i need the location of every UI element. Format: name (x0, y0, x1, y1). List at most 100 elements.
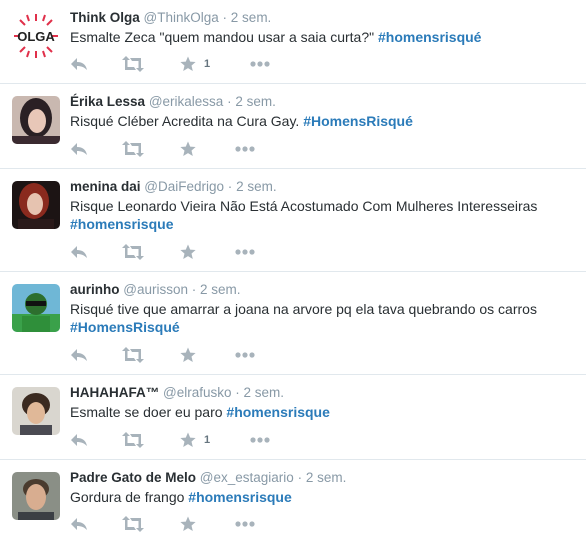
author-handle[interactable]: @elrafusko (163, 385, 231, 400)
separator: · (191, 282, 197, 297)
separator: · (227, 179, 233, 194)
more-button[interactable] (235, 346, 255, 364)
reply-button[interactable] (70, 140, 88, 158)
favorite-button[interactable]: 1 (180, 431, 210, 449)
timestamp[interactable]: 2 sem. (306, 470, 347, 485)
svg-text:OLGA: OLGA (17, 29, 55, 44)
timestamp[interactable]: 2 sem. (244, 385, 285, 400)
author-handle[interactable]: @erikalessa (149, 94, 223, 109)
timestamp[interactable]: 2 sem. (231, 10, 272, 25)
tweet[interactable]: menina dai @DaiFedrigo · 2 sem. Risque L… (0, 169, 586, 272)
tweet-body: Gordura de frango (70, 489, 185, 505)
tweet-text: Gordura de frango #homensrisque (70, 488, 574, 506)
avatar[interactable] (12, 181, 60, 229)
star-icon (180, 141, 196, 156)
more-button[interactable] (235, 515, 255, 533)
retweet-icon (122, 432, 144, 448)
retweet-button[interactable] (122, 140, 144, 158)
favorite-button[interactable] (180, 346, 204, 364)
avatar[interactable] (12, 472, 60, 520)
avatar[interactable]: OLGA (12, 12, 60, 60)
separator: · (222, 10, 228, 25)
retweet-icon (122, 516, 144, 532)
more-dots-icon (235, 146, 255, 152)
retweet-button[interactable] (122, 55, 144, 73)
retweet-button[interactable] (122, 515, 144, 533)
more-button[interactable] (235, 140, 255, 158)
author-name[interactable]: HAHAHAFA™ (70, 385, 159, 400)
retweet-button[interactable] (122, 346, 144, 364)
star-icon (180, 347, 196, 362)
hashtag-link[interactable]: #homensrisqué (378, 29, 481, 45)
tweet-body: Risqué tive que amarrar a joana na arvor… (70, 301, 537, 317)
more-button[interactable] (250, 431, 270, 449)
favorite-button[interactable] (180, 515, 204, 533)
tweet-body: Esmalte Zeca "quem mandou usar a saia cu… (70, 29, 375, 45)
favorite-button[interactable] (180, 243, 204, 261)
star-icon (180, 516, 196, 531)
retweet-icon (122, 141, 144, 157)
hashtag-link[interactable]: #HomensRisqué (70, 319, 180, 335)
avatar[interactable] (12, 284, 60, 332)
timestamp[interactable]: 2 sem. (200, 282, 241, 297)
reply-button[interactable] (70, 346, 88, 364)
favorite-button[interactable]: 1 (180, 55, 210, 73)
author-name[interactable]: menina dai (70, 179, 141, 194)
reply-icon (71, 518, 87, 530)
hashtag-link[interactable]: #HomensRisqué (303, 113, 413, 129)
tweet[interactable]: OLGA Think Olga @ThinkOlga · 2 sem. Esma… (0, 0, 586, 84)
more-button[interactable] (250, 55, 270, 73)
favorite-count: 1 (204, 434, 211, 446)
author-handle[interactable]: @DaiFedrigo (144, 179, 224, 194)
tweet[interactable]: Padre Gato de Melo @ex_estagiario · 2 se… (0, 460, 586, 543)
tweet-body: Risqué Cléber Acredita na Cura Gay. (70, 113, 300, 129)
separator: · (297, 470, 303, 485)
retweet-button[interactable] (122, 243, 144, 261)
reply-button[interactable] (70, 55, 88, 73)
tweet-text: Risqué Cléber Acredita na Cura Gay. #Hom… (70, 112, 574, 130)
hashtag-link[interactable]: #homensrisque (226, 404, 329, 420)
author-name[interactable]: aurinho (70, 282, 120, 297)
reply-button[interactable] (70, 515, 88, 533)
avatar-photo (12, 472, 60, 520)
author-handle[interactable]: @aurisson (123, 282, 188, 297)
more-dots-icon (235, 249, 255, 255)
author-handle[interactable]: @ex_estagiario (200, 470, 294, 485)
retweet-icon (122, 347, 144, 363)
more-dots-icon (235, 521, 255, 527)
reply-button[interactable] (70, 243, 88, 261)
retweet-icon (122, 56, 144, 72)
tweet-body: Esmalte se doer eu paro (70, 404, 223, 420)
tweet-text: Risque Leonardo Vieira Não Está Acostuma… (70, 197, 574, 233)
retweet-button[interactable] (122, 431, 144, 449)
hashtag-link[interactable]: #homensrisque (70, 216, 173, 232)
favorite-button[interactable] (180, 140, 204, 158)
avatar-photo (12, 284, 60, 332)
avatar-photo (12, 387, 60, 435)
author-handle[interactable]: @ThinkOlga (144, 10, 219, 25)
tweet[interactable]: Érika Lessa @erikalessa · 2 sem. Risqué … (0, 84, 586, 169)
author-name[interactable]: Érika Lessa (70, 94, 145, 109)
star-icon (180, 432, 196, 447)
reply-icon (71, 246, 87, 258)
star-icon (180, 56, 196, 71)
reply-icon (71, 58, 87, 70)
reply-icon (71, 349, 87, 361)
more-button[interactable] (235, 243, 255, 261)
tweet-text: Risqué tive que amarrar a joana na arvor… (70, 300, 574, 336)
avatar[interactable] (12, 387, 60, 435)
separator: · (227, 94, 232, 109)
timestamp[interactable]: 2 sem. (236, 179, 277, 194)
tweet-text: Esmalte Zeca "quem mandou usar a saia cu… (70, 28, 574, 46)
reply-icon (71, 143, 87, 155)
avatar[interactable] (12, 96, 60, 144)
tweet[interactable]: aurinho @aurisson · 2 sem. Risqué tive q… (0, 272, 586, 375)
timestamp[interactable]: 2 sem. (235, 94, 276, 109)
tweet[interactable]: HAHAHAFA™ @elrafusko · 2 sem. Esmalte se… (0, 375, 586, 460)
tweet-body: Risque Leonardo Vieira Não Está Acostuma… (70, 198, 538, 214)
hashtag-link[interactable]: #homensrisque (188, 489, 291, 505)
author-name[interactable]: Padre Gato de Melo (70, 470, 196, 485)
reply-button[interactable] (70, 431, 88, 449)
author-name[interactable]: Think Olga (70, 10, 140, 25)
reply-icon (71, 434, 87, 446)
